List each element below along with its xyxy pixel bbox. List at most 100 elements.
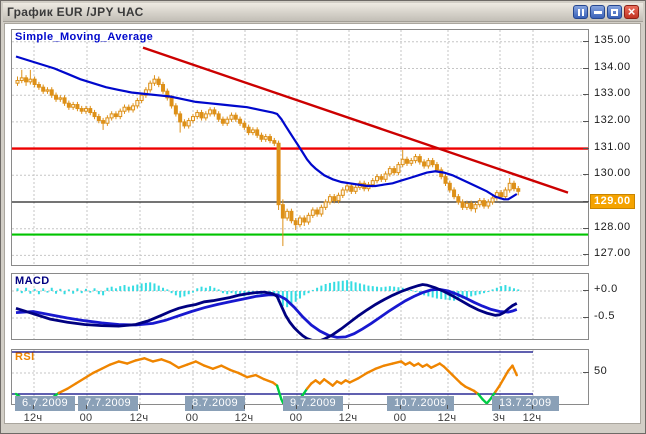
candle-body bbox=[110, 114, 113, 118]
pause-icon[interactable] bbox=[573, 5, 588, 19]
rsi-indicator-label: RSI bbox=[15, 351, 35, 363]
rsi-line-segment bbox=[127, 360, 136, 363]
candle-body bbox=[474, 205, 477, 209]
time-label: 00 bbox=[290, 412, 303, 424]
minimize-icon[interactable] bbox=[590, 5, 605, 19]
candle-body bbox=[55, 95, 58, 99]
rsi-line-segment bbox=[102, 365, 111, 369]
candle-body bbox=[431, 161, 434, 165]
candle-body bbox=[247, 127, 250, 132]
rsi-axis-label: 50 bbox=[594, 365, 607, 377]
time-label: 12ч bbox=[24, 412, 43, 424]
rsi-line-segment bbox=[376, 366, 385, 369]
rsi-line-segment bbox=[256, 375, 265, 379]
candle-body bbox=[191, 117, 194, 121]
candle-body bbox=[127, 107, 130, 110]
candle-body bbox=[405, 159, 408, 163]
candle-body bbox=[67, 103, 70, 107]
candle-body bbox=[487, 202, 490, 206]
date-label: 9.7.2009 bbox=[283, 396, 343, 411]
current-price-tag: 129.00 bbox=[590, 194, 635, 209]
candle-body bbox=[157, 79, 160, 84]
macd-panel[interactable] bbox=[11, 273, 589, 340]
price-tick bbox=[583, 174, 589, 175]
candle-body bbox=[508, 183, 511, 190]
rsi-line-segment bbox=[196, 361, 205, 365]
time-tick bbox=[348, 405, 349, 409]
candle-body bbox=[264, 137, 267, 140]
candle-body bbox=[294, 221, 297, 225]
descending-trendline[interactable] bbox=[143, 48, 568, 193]
candle-body bbox=[16, 81, 19, 84]
candle-body bbox=[269, 137, 272, 141]
price-tick bbox=[583, 201, 589, 202]
candle-body bbox=[114, 114, 117, 117]
candle-body bbox=[119, 111, 122, 116]
window-title: График EUR /JPY ЧАС bbox=[7, 5, 144, 19]
rsi-line-segment bbox=[393, 361, 402, 363]
date-label: 8.7.2009 bbox=[185, 396, 245, 411]
rsi-line-segment bbox=[247, 375, 256, 377]
time-label: 12ч bbox=[523, 412, 542, 424]
candle-body bbox=[213, 110, 216, 114]
price-chart-panel[interactable] bbox=[11, 29, 589, 266]
macd-tick bbox=[583, 317, 589, 318]
candle-body bbox=[478, 201, 481, 205]
price-axis-label: 131.00 bbox=[594, 141, 631, 153]
sma-indicator-label: Simple_Moving_Average bbox=[15, 31, 153, 43]
candle-body bbox=[63, 98, 66, 103]
time-label: 3ч bbox=[493, 412, 505, 424]
time-label: 00 bbox=[394, 412, 407, 424]
candle-body bbox=[414, 157, 417, 161]
price-tick bbox=[583, 94, 589, 95]
date-label: 6.7.2009 bbox=[15, 396, 75, 411]
candle-body bbox=[281, 205, 284, 218]
candle-body bbox=[46, 90, 49, 91]
candle-body bbox=[89, 109, 92, 113]
rsi-line-segment bbox=[170, 363, 179, 368]
candle-body bbox=[243, 123, 246, 127]
rsi-line-segment bbox=[384, 364, 393, 366]
candle-body bbox=[106, 118, 109, 123]
rsi-line-segment bbox=[144, 358, 153, 361]
price-tick bbox=[583, 254, 589, 255]
price-axis-label: 133.00 bbox=[594, 87, 631, 99]
price-tick bbox=[583, 228, 589, 229]
time-tick bbox=[244, 405, 245, 409]
candle-body bbox=[483, 201, 486, 206]
candles bbox=[16, 70, 520, 246]
time-label: 12ч bbox=[339, 412, 358, 424]
time-label: 00 bbox=[186, 412, 199, 424]
price-tick bbox=[583, 121, 589, 122]
time-tick bbox=[139, 405, 140, 409]
rsi-line-segment bbox=[110, 361, 119, 364]
candle-body bbox=[500, 193, 503, 197]
rsi-line-segment bbox=[367, 369, 376, 373]
price-axis-label: 130.00 bbox=[594, 167, 631, 179]
candle-body bbox=[179, 114, 182, 122]
candle-body bbox=[59, 98, 62, 99]
candle-body bbox=[388, 169, 391, 174]
candle-body bbox=[290, 211, 293, 220]
price-tick bbox=[583, 68, 589, 69]
time-tick bbox=[499, 405, 500, 409]
candle-body bbox=[183, 122, 186, 126]
candle-body bbox=[260, 135, 263, 139]
maximize-icon[interactable] bbox=[607, 5, 622, 19]
time-label: 12ч bbox=[130, 412, 149, 424]
candle-body bbox=[33, 79, 36, 84]
date-label: 7.7.2009 bbox=[78, 396, 138, 411]
close-icon[interactable]: × bbox=[624, 5, 639, 19]
macd-tick bbox=[583, 290, 589, 291]
window-controls: × bbox=[573, 5, 639, 19]
title-bar[interactable]: График EUR /JPY ЧАС × bbox=[3, 3, 643, 22]
rsi-line-segment bbox=[221, 366, 230, 370]
candle-body bbox=[200, 113, 203, 118]
candle-body bbox=[453, 190, 456, 197]
chart-window: График EUR /JPY ЧАС × Simple_Moving_Aver… bbox=[0, 0, 646, 434]
candle-body bbox=[239, 119, 242, 123]
rsi-line-segment bbox=[239, 373, 248, 377]
price-axis-label: 128.00 bbox=[594, 221, 631, 233]
candle-body bbox=[303, 218, 306, 222]
candle-body bbox=[350, 186, 353, 191]
